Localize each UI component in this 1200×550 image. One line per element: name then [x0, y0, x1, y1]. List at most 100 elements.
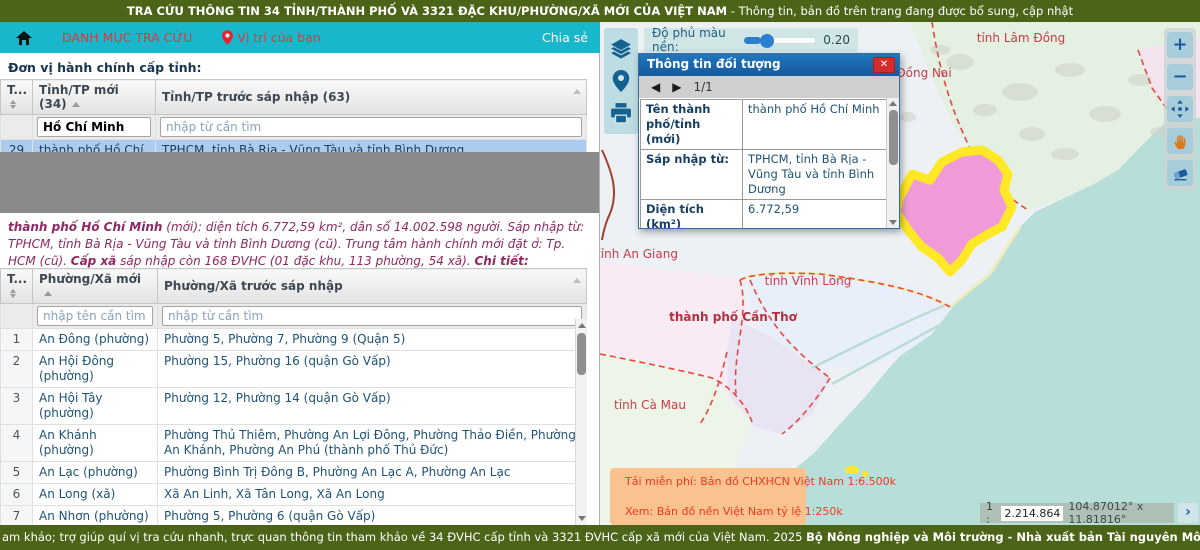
row-index: 4 — [1, 425, 33, 462]
scrollbar-thumb[interactable] — [889, 110, 898, 165]
col-header-old-province[interactable]: Tỉnh/TP trước sáp nhập (63) — [156, 80, 587, 115]
location-pin-icon — [222, 30, 233, 45]
scrollbar-thumb[interactable] — [577, 333, 586, 375]
attribute-label: Tên thành phố/tỉnh (mới) — [641, 100, 743, 150]
province-description: thành phố Hồ Chí Minh (mới): diện tích 6… — [8, 219, 590, 270]
menu-tra-cuu-link[interactable]: DANH MỤC TRA CỨU — [62, 30, 192, 45]
map-label-dong-nai: Đồng Nai — [896, 66, 951, 80]
scale-prefix: 1 : — [986, 500, 996, 525]
opacity-slider[interactable] — [743, 37, 816, 44]
slider-thumb[interactable] — [760, 34, 774, 48]
col-header-index[interactable]: T... — [1, 269, 33, 304]
ward-table-row[interactable]: 4An Khánh (phường)Phường Thủ Thiêm, Phườ… — [1, 425, 587, 462]
share-button[interactable]: Chia sẻ — [542, 30, 588, 45]
my-location-label: Vị trí của bạn — [237, 30, 320, 45]
hand-icon — [1172, 133, 1189, 150]
popup-scrollbar[interactable] — [886, 98, 899, 228]
col-header-new-ward[interactable]: Phường/Xã mới — [33, 269, 158, 304]
scroll-down-icon[interactable] — [889, 220, 897, 225]
ward-table: T... Phường/Xã mới Phường/Xã trước sáp n… — [0, 268, 587, 525]
download-map-link[interactable]: Tải miễn phí: Bản đồ CHXHCN Việt Nam 1:6… — [619, 475, 797, 488]
province-section-heading: Đơn vị hành chính cấp tỉnh: — [8, 60, 202, 75]
ward-filter-row — [1, 304, 587, 329]
ward-old-names: Phường Bình Trị Đông B, Phường An Lạc A,… — [158, 462, 587, 484]
zoom-out-button[interactable]: − — [1167, 64, 1193, 90]
col-header-old-ward[interactable]: Phường/Xã trước sáp nhập — [158, 269, 587, 304]
province-old-filter-input[interactable] — [160, 117, 582, 137]
erase-button[interactable] — [1167, 160, 1193, 186]
attribute-table: Tên thành phố/tỉnh (mới)thành phố Hồ Chí… — [640, 99, 887, 228]
home-icon — [16, 31, 32, 45]
province-new-filter-input[interactable] — [37, 117, 151, 137]
expand-panel-button[interactable]: › — [1178, 503, 1198, 523]
sort-icon — [573, 278, 581, 283]
zoom-in-button[interactable]: + — [1167, 32, 1193, 58]
attribute-row: Sáp nhập từ:TPHCM, tỉnh Bà Rịa - Vũng Tà… — [641, 150, 887, 200]
footer-text: am khảo; trợ giúp quí vị tra cứu nhanh, … — [2, 530, 806, 544]
province-filter-row — [1, 115, 587, 140]
pager-count: 1/1 — [693, 80, 712, 94]
map-canvas[interactable]: tỉnh Lâm Đồng Đồng Nai tỉnh An Giang tỉn… — [600, 22, 1200, 525]
ward-new-name: An Lạc (phường) — [33, 462, 158, 484]
nav-bar: DANH MỤC TRA CỨU Vị trí của bạn Chia sẻ — [0, 22, 600, 53]
view-basemap-link[interactable]: Xem: Bản đồ nền Việt Nam tỷ lệ 1:250k — [619, 505, 797, 518]
next-feature-icon[interactable]: ▶ — [672, 80, 681, 94]
attribute-value: TPHCM, tỉnh Bà Rịa - Vũng Tàu và tỉnh Bì… — [743, 150, 887, 200]
scale-control: 1 : 104.87012° x 11.81816° — [980, 503, 1174, 523]
pan-directions-button[interactable] — [1167, 96, 1193, 122]
lookup-panel: Đơn vị hành chính cấp tỉnh: T... Tỉnh/TP… — [0, 53, 600, 525]
print-icon[interactable] — [610, 102, 632, 124]
ward-table-row[interactable]: 1An Đông (phường)Phường 5, Phường 7, Phư… — [1, 329, 587, 351]
empty-table-area — [0, 152, 600, 213]
scroll-down-icon[interactable] — [578, 516, 586, 521]
ward-old-names: Phường 15, Phường 16 (quận Gò Vấp) — [158, 351, 587, 388]
ward-old-names: Xã An Linh, Xã Tân Long, Xã An Long — [158, 484, 587, 506]
close-icon[interactable]: ✕ — [873, 57, 895, 73]
popup-attribute-area: Tên thành phố/tỉnh (mới)thành phố Hồ Chí… — [639, 98, 899, 228]
pan-icon — [1171, 100, 1189, 118]
ward-old-names: Phường 5, Phường 7, Phường 9 (Quận 5) — [158, 329, 587, 351]
province-table-header: T... Tỉnh/TP mới (34) Tỉnh/TP trước sáp … — [1, 80, 587, 115]
map-label-can-tho: thành phố Cần Thơ — [669, 310, 798, 324]
attribute-value: 6.772,59 — [743, 200, 887, 229]
ward-table-row[interactable]: 5An Lạc (phường)Phường Bình Trị Đông B, … — [1, 462, 587, 484]
ward-table-row[interactable]: 6An Long (xã)Xã An Linh, Xã Tân Long, Xã… — [1, 484, 587, 506]
ward-table-row[interactable]: 3An Hội Tây (phường)Phường 12, Phường 14… — [1, 388, 587, 425]
ward-old-names: Phường 12, Phường 14 (quận Gò Vấp) — [158, 388, 587, 425]
sort-icon — [10, 289, 16, 299]
app-title: TRA CỨU THÔNG TIN 34 TỈNH/THÀNH PHỐ VÀ 3… — [127, 4, 727, 18]
ward-new-name: An Long (xã) — [33, 484, 158, 506]
attribute-label: Diện tích (km²) — [641, 200, 743, 229]
feature-info-popup: Thông tin đối tượng ✕ ◀ ▶ 1/1 Tên thành … — [638, 53, 900, 229]
popup-title: Thông tin đối tượng — [639, 54, 899, 76]
col-header-index[interactable]: T... — [1, 80, 33, 115]
locate-icon[interactable] — [610, 70, 632, 92]
app-title-bar: TRA CỨU THÔNG TIN 34 TỈNH/THÀNH PHỐ VÀ 3… — [0, 0, 1200, 22]
row-index: 1 — [1, 329, 33, 351]
scroll-up-icon[interactable] — [889, 101, 897, 106]
cursor-coordinates: 104.87012° x 11.81816° — [1068, 500, 1168, 525]
ward-new-name: An Hội Tây (phường) — [33, 388, 158, 425]
hand-pan-button[interactable] — [1167, 128, 1193, 154]
app-subtitle: - Thông tin, bản đồ trên trang đang được… — [727, 4, 1073, 18]
ward-table-scrollbar[interactable] — [575, 319, 587, 525]
ward-table-header: T... Phường/Xã mới Phường/Xã trước sáp n… — [1, 269, 587, 304]
map-label-lam-dong: tỉnh Lâm Đồng — [977, 31, 1065, 45]
ward-table-row[interactable]: 2An Hội Đông (phường)Phường 15, Phường 1… — [1, 351, 587, 388]
col-header-new-province[interactable]: Tỉnh/TP mới (34) — [33, 80, 156, 115]
opacity-label: Độ phủ màu nền: — [652, 26, 736, 54]
menu-tra-cuu-label: DANH MỤC TRA CỨU — [62, 30, 192, 45]
my-location-link[interactable]: Vị trí của bạn — [222, 30, 320, 45]
scale-input[interactable] — [1001, 506, 1063, 521]
sort-asc-icon — [72, 102, 80, 107]
popup-pager: ◀ ▶ 1/1 — [639, 76, 899, 98]
attribute-row: Tên thành phố/tỉnh (mới)thành phố Hồ Chí… — [641, 100, 887, 150]
ward-table-row[interactable]: 7An Nhơn (phường)Phường 5, Phường 6 (quậ… — [1, 506, 587, 526]
scroll-up-icon[interactable] — [578, 323, 586, 328]
layers-icon[interactable] — [610, 38, 632, 60]
ward-old-filter-input[interactable] — [162, 306, 582, 326]
prev-feature-icon[interactable]: ◀ — [651, 80, 660, 94]
home-button[interactable] — [16, 31, 32, 45]
ward-new-filter-input[interactable] — [37, 306, 153, 326]
status-bar: am khảo; trợ giúp quí vị tra cứu nhanh, … — [0, 525, 1200, 550]
